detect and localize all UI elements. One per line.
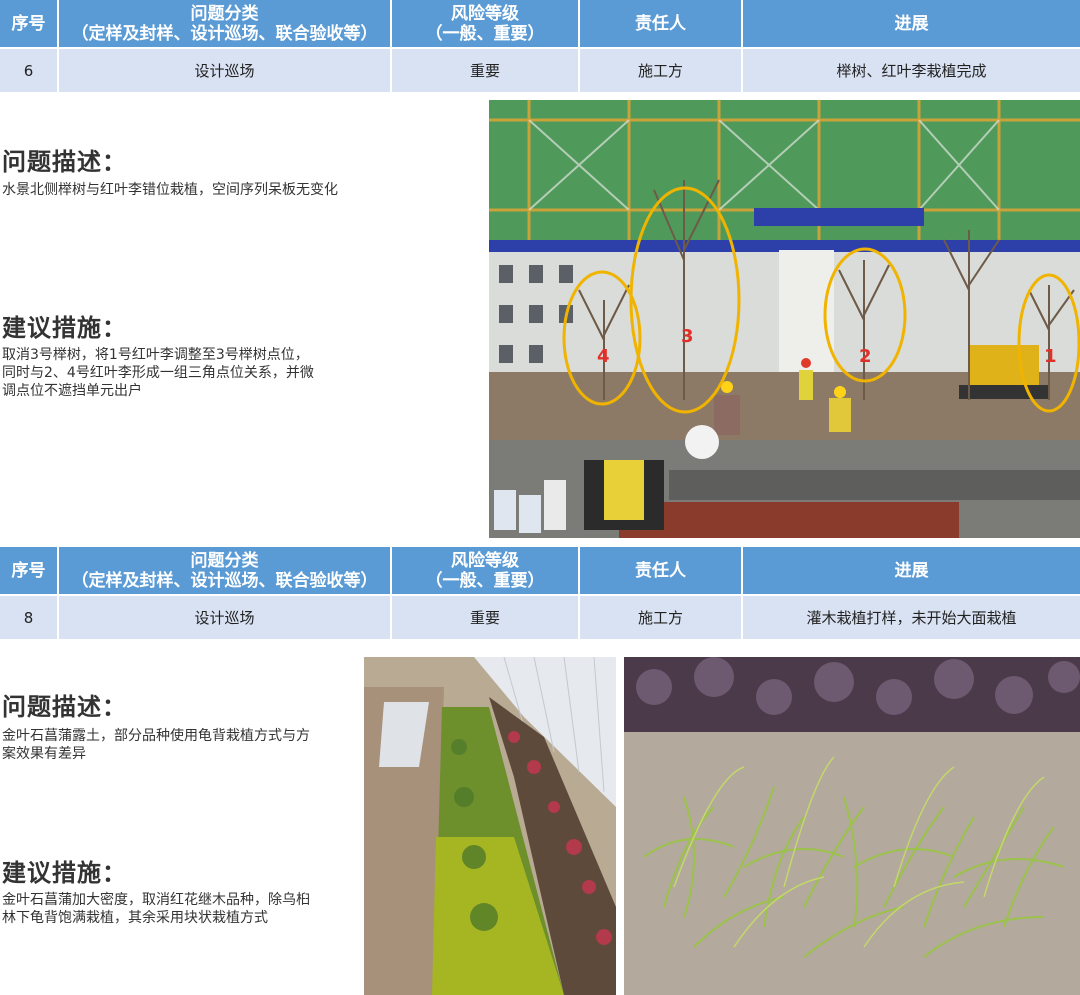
header-risk: 风险等级 （一般、重要）	[391, 0, 580, 48]
issue-table-2: 序号 问题分类 （定样及封样、设计巡场、联合验收等） 风险等级 （一般、重要） 责任…	[0, 547, 1080, 639]
problem-title-2: 问题描述：	[2, 693, 127, 721]
header-progress: 进展	[742, 547, 1080, 595]
issue-table-1: 序号 问题分类 （定样及封样、设计巡场、联合验收等） 风险等级 （一般、重要） 责任…	[0, 0, 1080, 92]
marker-1: 1	[1044, 346, 1057, 367]
header-category: 问题分类 （定样及封样、设计巡场、联合验收等）	[58, 0, 392, 48]
header-category: 问题分类 （定样及封样、设计巡场、联合验收等）	[58, 547, 392, 595]
cell-category: 设计巡场	[58, 47, 392, 92]
table-row: 8 设计巡场 重要 施工方 灌木栽植打样，未开始大面栽植	[0, 594, 1080, 639]
header-no: 序号	[0, 547, 59, 595]
cell-owner: 施工方	[579, 594, 743, 639]
problem-text-2: 金叶石菖蒲露土，部分品种使用龟背栽植方式与方 案效果有差异	[2, 728, 310, 762]
cell-progress: 灌木栽植打样，未开始大面栽植	[742, 594, 1080, 639]
table-row: 6 设计巡场 重要 施工方 榉树、红叶李栽植完成	[0, 47, 1080, 92]
site-photo-grass	[624, 657, 1080, 995]
suggest-title-1: 建议措施：	[2, 314, 127, 342]
marker-3: 3	[681, 326, 694, 347]
suggest-text-2: 金叶石菖蒲加大密度，取消红花继木品种，除乌桕 林下龟背饱满栽植，其余采用块状栽植…	[2, 892, 310, 926]
problem-text-1: 水景北侧榉树与红叶李错位栽植，空间序列呆板无变化	[2, 182, 338, 198]
site-photo-trees: 4 3 2 1	[489, 100, 1080, 538]
cell-risk: 重要	[391, 594, 580, 639]
cell-progress: 榉树、红叶李栽植完成	[742, 47, 1080, 92]
cell-no: 6	[0, 47, 59, 92]
suggest-title-2: 建议措施：	[2, 859, 127, 887]
cell-risk: 重要	[391, 47, 580, 92]
suggest-text-1: 取消3号榉树，将1号红叶李调整至3号榉树点位， 同时与2、4号红叶李形成一组三角…	[2, 347, 314, 399]
cell-category: 设计巡场	[58, 594, 392, 639]
marker-4: 4	[597, 346, 610, 367]
site-photo-shrubs	[364, 657, 616, 995]
header-owner: 责任人	[579, 0, 743, 48]
cell-no: 8	[0, 594, 59, 639]
cell-owner: 施工方	[579, 47, 743, 92]
marker-2: 2	[859, 346, 872, 367]
header-risk: 风险等级 （一般、重要）	[391, 547, 580, 595]
header-owner: 责任人	[579, 547, 743, 595]
header-no: 序号	[0, 0, 59, 48]
problem-title-1: 问题描述：	[2, 148, 127, 176]
header-progress: 进展	[742, 0, 1080, 48]
